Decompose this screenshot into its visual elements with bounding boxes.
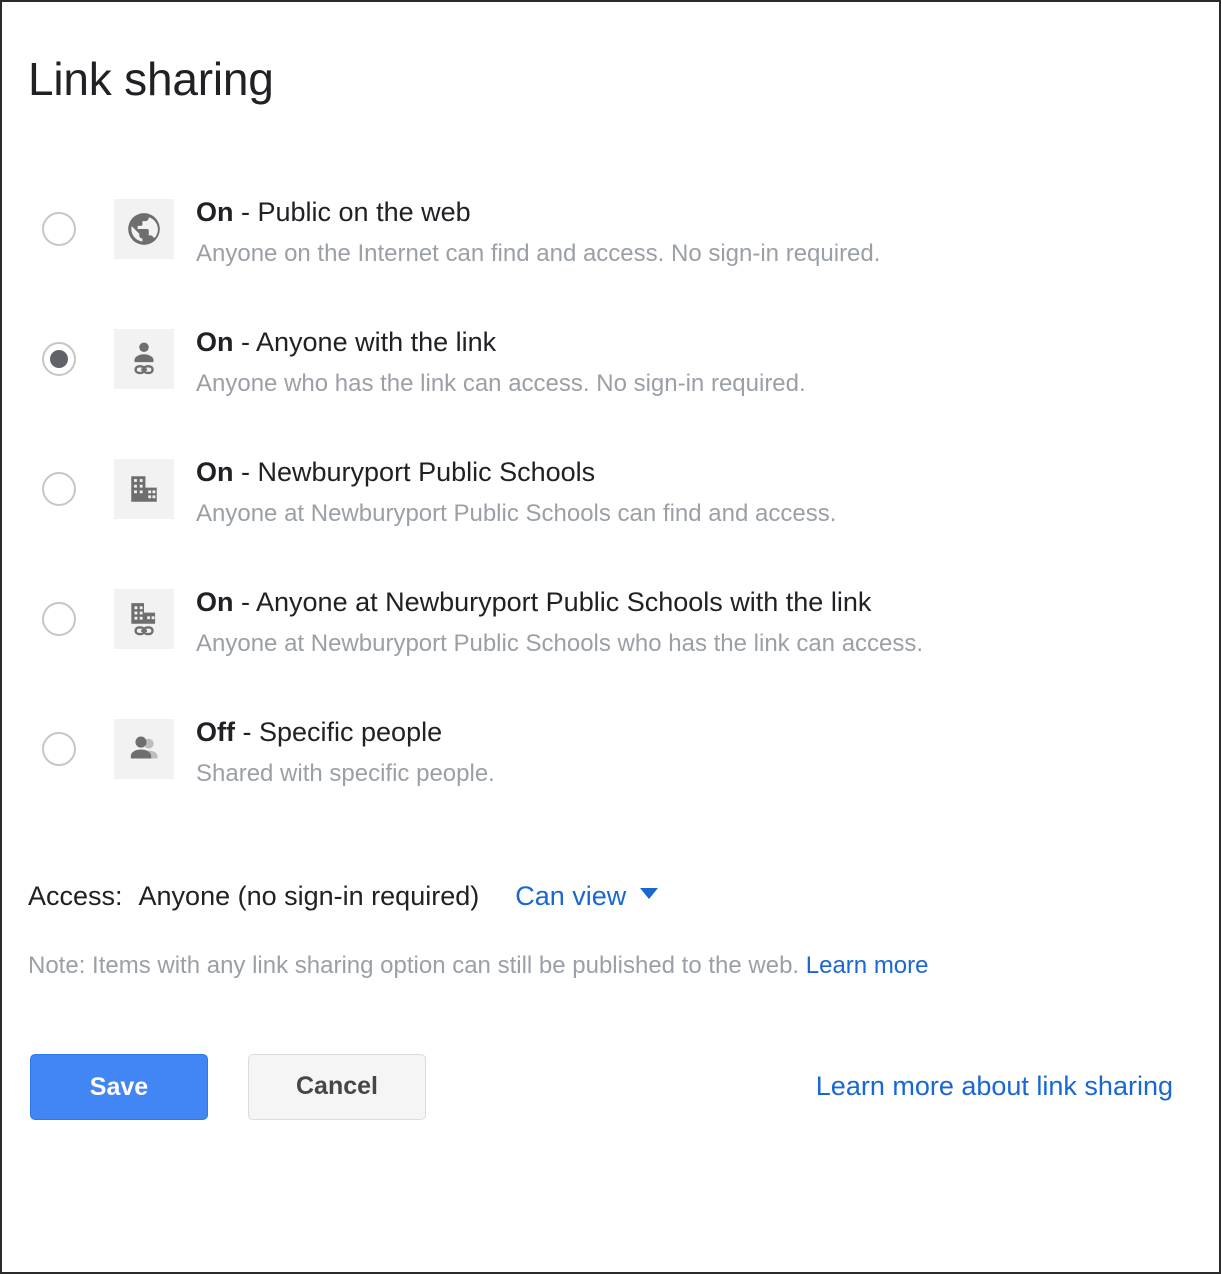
save-button[interactable]: Save [30, 1053, 208, 1120]
option-title: On - Anyone with the link [196, 327, 1195, 358]
learn-more-link[interactable]: Learn more [806, 952, 929, 979]
globe-icon [114, 198, 174, 259]
option-state: On [196, 326, 234, 357]
building-icon [114, 458, 174, 519]
note-text: Note: Items with any link sharing option… [26, 952, 1195, 980]
option-separator: - [233, 326, 257, 357]
access-label: Access: [28, 880, 123, 911]
radio-public-on-the-web[interactable] [42, 211, 76, 246]
chevron-down-icon [640, 887, 659, 899]
option-specific-people[interactable]: Off - Specific people Shared with specif… [42, 717, 1195, 847]
page-title: Link sharing [28, 53, 274, 105]
option-separator: - [234, 716, 259, 747]
option-label: Specific people [258, 716, 443, 747]
option-label: Anyone with the link [256, 326, 497, 357]
note-body: Note: Items with any link sharing option… [28, 951, 800, 979]
option-text: On - Public on the web Anyone on the Int… [196, 197, 1195, 269]
option-separator: - [233, 456, 258, 487]
option-state: On [196, 196, 234, 227]
option-organization-with-link[interactable]: On - Anyone at Newburyport Public School… [42, 587, 1195, 717]
option-state: Off [196, 716, 235, 747]
option-description: Anyone at Newburyport Public Schools can… [196, 499, 837, 527]
option-state: On [196, 586, 234, 617]
option-anyone-with-the-link[interactable]: On - Anyone with the link Anyone who has… [42, 327, 1195, 457]
option-title: On - Anyone at Newburyport Public School… [196, 587, 1195, 618]
radio-anyone-with-the-link[interactable] [42, 341, 76, 376]
link-sharing-dialog: Link sharing On - Public on the web Anyo… [0, 0, 1221, 1274]
access-row: Access: Anyone (no sign-in required) Can… [26, 881, 1195, 912]
option-text: Off - Specific people Shared with specif… [196, 717, 1195, 789]
people-icon [114, 718, 174, 779]
radio-organization-with-link[interactable] [42, 601, 76, 636]
option-label: Public on the web [257, 196, 471, 227]
sharing-options-group: On - Public on the web Anyone on the Int… [26, 197, 1195, 847]
option-label: Newburyport Public Schools [257, 456, 596, 487]
option-description: Anyone at Newburyport Public Schools who… [196, 629, 924, 657]
option-text: On - Newburyport Public Schools Anyone a… [196, 457, 1195, 529]
option-state: On [196, 456, 234, 487]
access-value: Anyone (no sign-in required) [138, 880, 480, 911]
option-description: Shared with specific people. [196, 759, 495, 787]
option-text: On - Anyone with the link Anyone who has… [196, 327, 1195, 399]
option-title: On - Newburyport Public Schools [196, 457, 1195, 488]
option-description: Anyone on the Internet can find and acce… [196, 239, 881, 267]
radio-specific-people[interactable] [42, 731, 76, 766]
permission-dropdown[interactable]: Can view [515, 880, 659, 912]
option-public-on-the-web[interactable]: On - Public on the web Anyone on the Int… [42, 197, 1195, 327]
option-organization[interactable]: On - Newburyport Public Schools Anyone a… [42, 457, 1195, 587]
footer-actions: Save Cancel Learn more about link sharin… [26, 1053, 1195, 1120]
cancel-button[interactable]: Cancel [248, 1053, 426, 1120]
person-link-icon [114, 328, 174, 389]
building-link-icon [114, 588, 174, 649]
option-text: On - Anyone at Newburyport Public School… [196, 587, 1195, 659]
learn-more-about-link-sharing-link[interactable]: Learn more about link sharing [816, 1071, 1195, 1102]
radio-organization[interactable] [42, 471, 76, 506]
permission-label: Can view [515, 880, 627, 911]
option-title: On - Public on the web [196, 197, 1195, 228]
option-label: Anyone at Newburyport Public Schools wit… [256, 586, 872, 617]
option-description: Anyone who has the link can access. No s… [196, 369, 806, 397]
option-title: Off - Specific people [196, 717, 1195, 748]
option-separator: - [233, 586, 257, 617]
option-separator: - [233, 196, 258, 227]
